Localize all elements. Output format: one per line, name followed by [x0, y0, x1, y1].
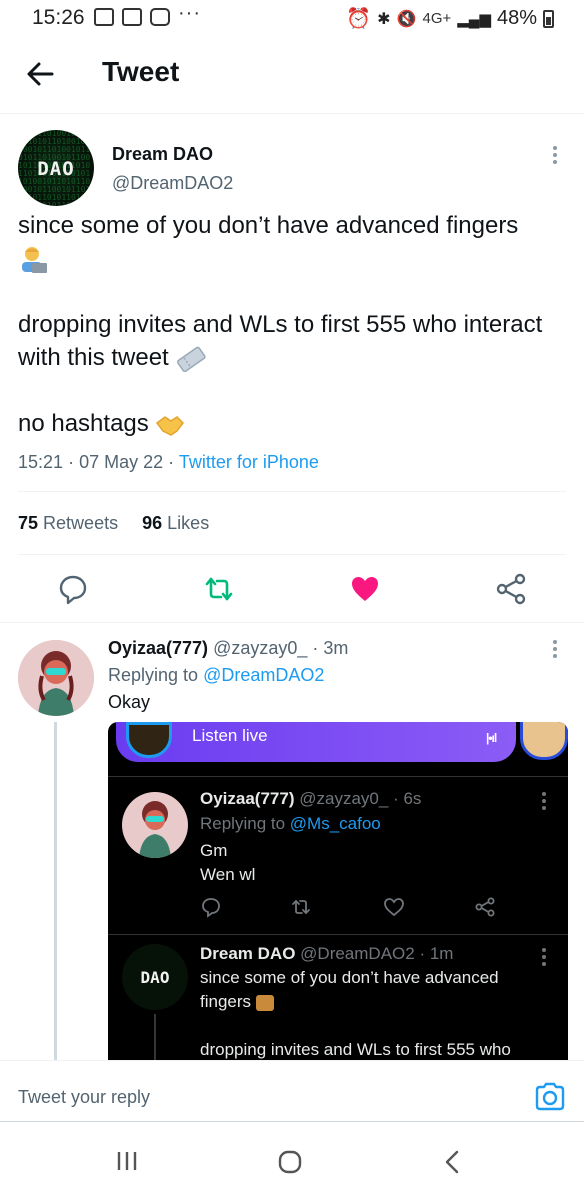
more-notifications-icon: ··· — [178, 1, 201, 24]
reply-icon[interactable] — [56, 572, 90, 606]
replying-to-link[interactable]: @DreamDAO2 — [203, 665, 324, 685]
page-title: Tweet — [102, 56, 180, 87]
battery-level: 48% — [496, 7, 537, 29]
embedded-tweet-header: Oyizaa(777) @zayzay0_ · 6s — [200, 789, 422, 808]
listen-live-bar: Listen live |•ıl — [116, 722, 516, 762]
author-name[interactable]: Dream DAO — [112, 144, 213, 165]
tweet-paragraph-1: since some of you don’t have advanced fi… — [18, 212, 519, 239]
divider — [0, 622, 584, 623]
ticket-emoji-icon — [177, 346, 207, 372]
tweet-date: 07 May 22 — [79, 452, 164, 472]
tweet-paragraph-2: dropping invites and WLs to first 555 wh… — [18, 311, 543, 371]
author-avatar[interactable]: 1010110100101110010101101001011001011010… — [18, 130, 94, 206]
divider — [18, 554, 566, 555]
avatar-logo-text: DAO — [37, 158, 75, 180]
embedded-dao-avatar: DAO — [122, 944, 188, 1010]
thread-line — [54, 722, 57, 1062]
recent-apps-icon[interactable] — [116, 1150, 138, 1172]
divider — [108, 934, 568, 935]
back-arrow-icon[interactable] — [24, 58, 56, 90]
more-options-icon[interactable] — [553, 146, 557, 167]
tweet-source-link[interactable]: Twitter for iPhone — [179, 452, 319, 472]
embedded-tweet2-header: Dream DAO @DreamDAO2 · 1m — [200, 944, 454, 963]
reply-composer[interactable]: Tweet your reply — [0, 1060, 584, 1122]
reply-header: Oyizaa(777) @zayzay0_ · 3m — [108, 638, 349, 658]
replying-to: Replying to @DreamDAO2 — [108, 665, 325, 685]
camera-icon[interactable] — [534, 1081, 566, 1111]
reply-input[interactable]: Tweet your reply — [18, 1087, 150, 1108]
signal-icon: ▂▄▆ — [457, 10, 491, 28]
app-header: Tweet — [0, 38, 584, 114]
embedded-share-icon — [475, 897, 495, 917]
embedded-tweet-text: Gm Wen wl — [200, 841, 256, 884]
engagement-counts: 75 Retweets 96 Likes — [18, 513, 209, 534]
reply-author-avatar[interactable] — [18, 640, 94, 716]
embedded-replying-to: Replying to @Ms_cafoo — [200, 814, 381, 833]
technologist-emoji-icon — [22, 246, 47, 273]
home-icon[interactable] — [278, 1150, 302, 1174]
embedded-thread-line — [154, 1014, 156, 1060]
tweet-paragraph-3: no hashtags — [18, 410, 149, 437]
author-handle[interactable]: @DreamDAO2 — [112, 173, 233, 194]
audio-wave-icon: |•ıl — [486, 731, 497, 745]
retweets-stat[interactable]: 75 Retweets — [18, 513, 118, 533]
reply-age: 3m — [323, 638, 349, 658]
embedded-more-icon — [542, 948, 546, 969]
status-bar: 15:26 ··· ⏰ ✱ 🔇 4G+ ▂▄▆ 48% — [0, 0, 584, 38]
instagram-icon — [150, 8, 170, 26]
tweet-body: since some of you don’t have advanced fi… — [18, 209, 570, 440]
status-time: 15:26 — [32, 6, 85, 29]
tweet-time: 15:21 — [18, 452, 64, 472]
system-nav-bar — [0, 1124, 584, 1200]
embedded-tweet2-text: since some of you don’t have advanced fi… — [200, 968, 511, 1059]
message-icon — [94, 8, 114, 26]
divider — [18, 491, 566, 492]
battery-icon — [543, 9, 554, 28]
divider — [108, 776, 568, 777]
embedded-retweet-icon — [292, 899, 310, 915]
share-icon[interactable] — [494, 572, 528, 606]
alarm-icon: ⏰ — [346, 8, 372, 30]
embedded-avatar — [122, 792, 188, 858]
reply-author-handle[interactable]: @zayzay0_ — [213, 638, 307, 658]
back-nav-icon[interactable] — [444, 1150, 460, 1174]
tweet-actions — [0, 572, 584, 612]
embedded-reply-icon — [202, 898, 220, 918]
like-icon[interactable] — [348, 572, 382, 606]
likes-stat[interactable]: 96 Likes — [142, 513, 209, 533]
embedded-more-icon — [542, 792, 546, 813]
bluetooth-icon: ✱ — [377, 10, 391, 28]
reply-more-options-icon[interactable] — [553, 640, 557, 661]
mute-icon: 🔇 — [396, 10, 417, 28]
reply-text: Okay — [108, 692, 151, 712]
space-guest-avatar — [520, 722, 568, 760]
mail-icon — [122, 8, 142, 26]
tweet-meta: 15:21 · 07 May 22 · Twitter for iPhone — [18, 452, 319, 472]
embedded-like-icon — [384, 898, 404, 917]
attached-screenshot[interactable]: Listen live |•ıl Oyizaa(777) @zayzay0_ ·… — [108, 722, 568, 1060]
space-host-thumbnail — [126, 722, 172, 758]
network-type: 4G+ — [422, 10, 452, 27]
retweet-icon[interactable] — [202, 572, 236, 606]
reply-author-name[interactable]: Oyizaa(777) — [108, 638, 208, 658]
listen-live-label: Listen live — [192, 726, 268, 745]
handshake-emoji-icon — [156, 415, 185, 436]
technologist-emoji-icon — [255, 994, 274, 1011]
